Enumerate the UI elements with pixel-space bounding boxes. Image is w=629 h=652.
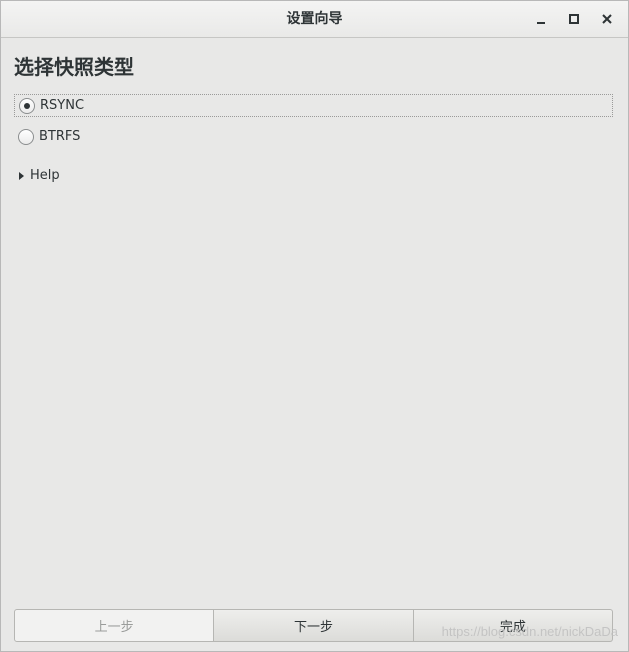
radio-indicator-btrfs[interactable] <box>18 128 34 145</box>
title-bar[interactable]: 设置向导 <box>1 1 628 38</box>
radio-indicator-rsync[interactable] <box>19 97 35 114</box>
maximize-button[interactable] <box>564 9 584 29</box>
maximize-icon <box>569 14 579 24</box>
finish-button[interactable]: 完成 <box>413 609 613 642</box>
back-button[interactable]: 上一步 <box>14 609 215 642</box>
minimize-button[interactable] <box>531 9 551 29</box>
expander-arrow-icon <box>19 171 24 180</box>
page-title: 选择快照类型 <box>14 55 134 79</box>
close-button[interactable] <box>597 9 617 29</box>
setup-wizard-window: 设置向导 选择快照类型 RSYNC BTRFS Help 上一步 下一步 完成 … <box>0 0 629 652</box>
wizard-content: 选择快照类型 RSYNC BTRFS Help 上一步 下一步 完成 <box>1 38 628 651</box>
close-icon <box>602 14 612 24</box>
radio-btrfs[interactable]: BTRFS <box>14 125 613 148</box>
radio-label-rsync: RSYNC <box>40 98 85 113</box>
help-label: Help <box>30 168 60 183</box>
help-expander[interactable]: Help <box>19 168 60 183</box>
radio-label-btrfs: BTRFS <box>39 129 81 144</box>
minimize-icon <box>537 22 545 24</box>
next-button[interactable]: 下一步 <box>214 609 414 642</box>
navigation-buttons: 上一步 下一步 完成 <box>14 609 613 642</box>
radio-rsync[interactable]: RSYNC <box>14 94 613 117</box>
